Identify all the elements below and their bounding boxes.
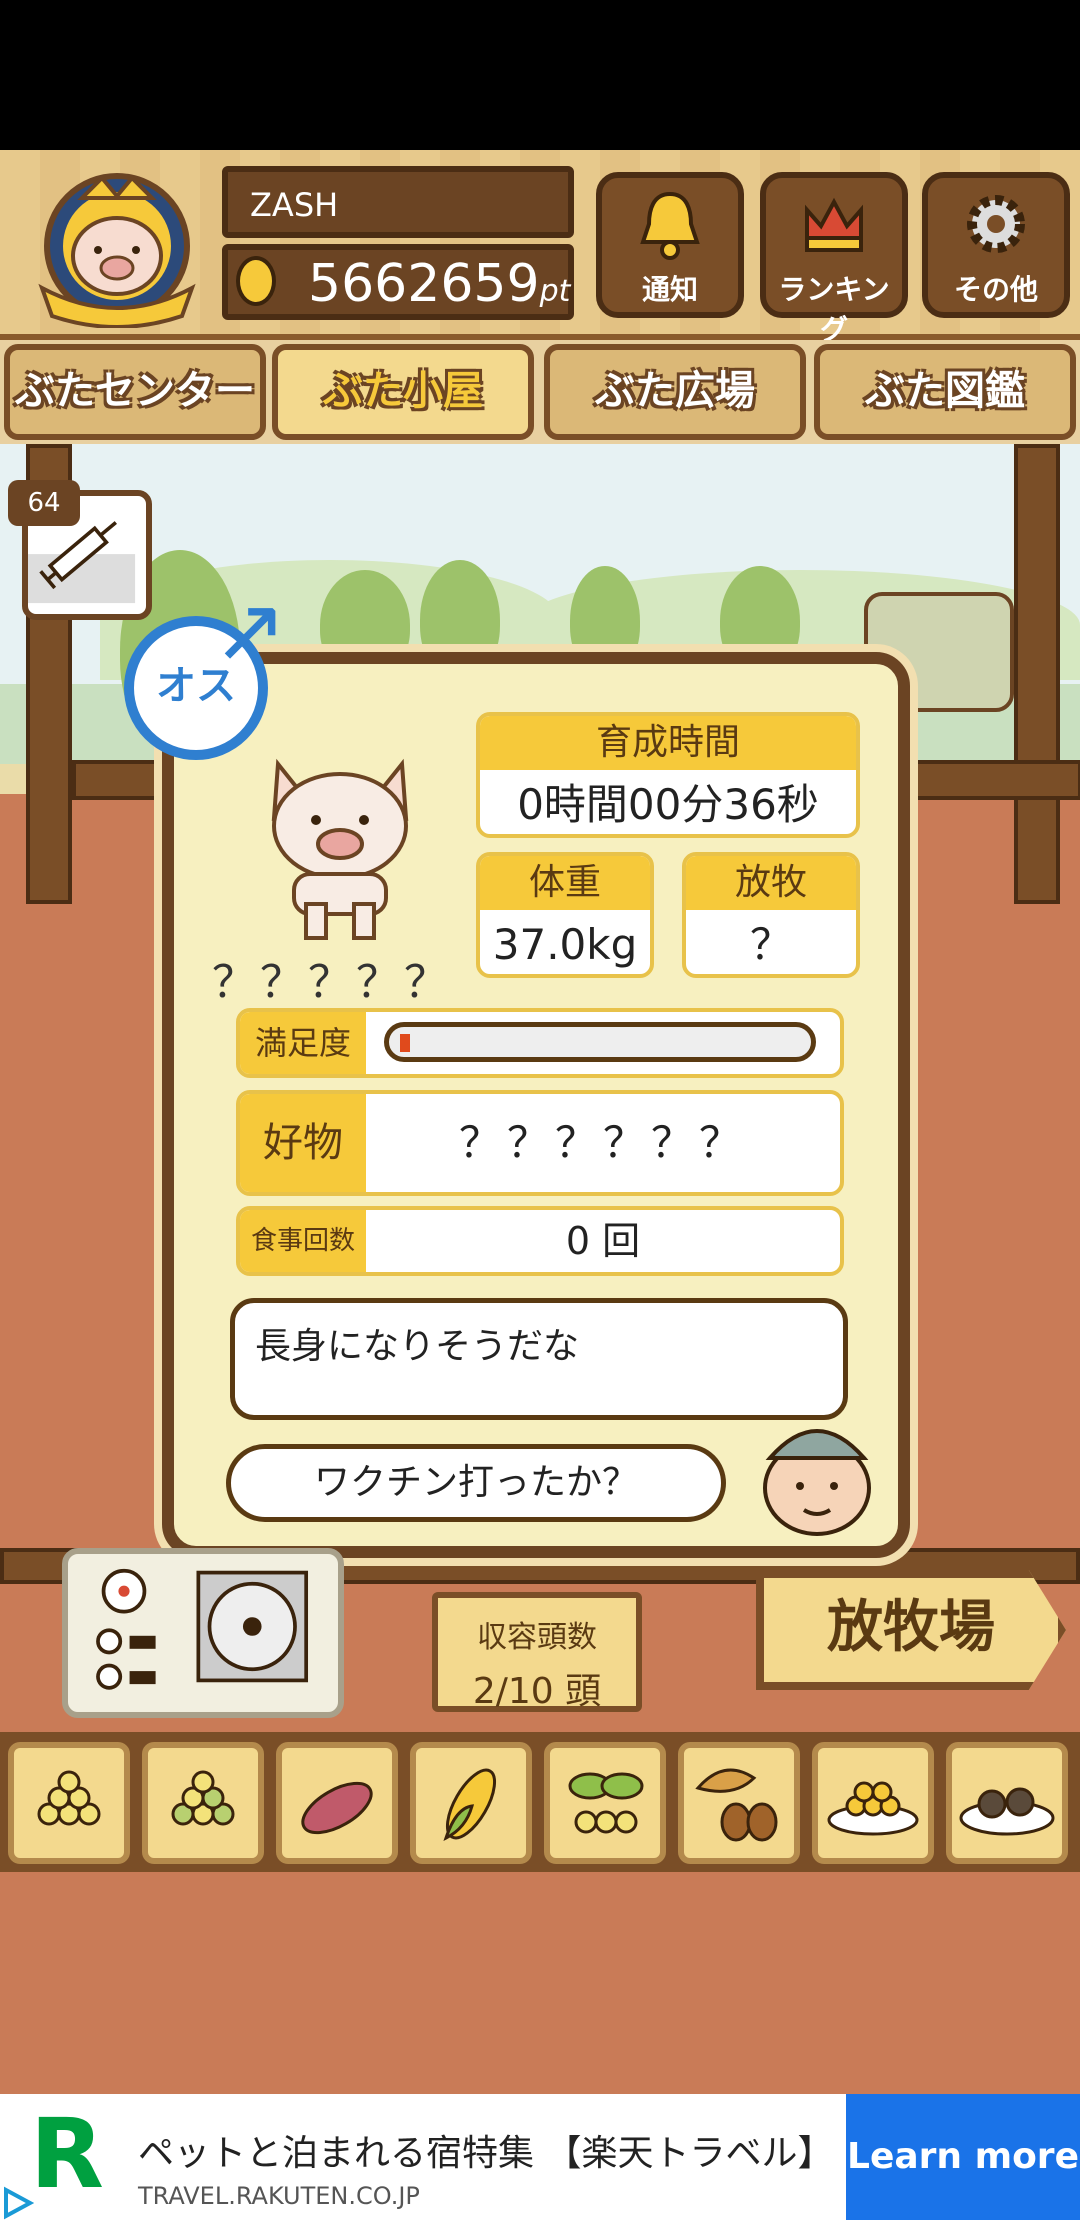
- feed-truffle-plate-button[interactable]: [946, 1742, 1068, 1864]
- capacity-value: 2/10 頭: [472, 1671, 602, 1712]
- bell-icon: [640, 191, 700, 260]
- growth-time-value: 0時間00分36秒: [517, 780, 819, 829]
- settings-label: その他: [953, 273, 1038, 306]
- tab-pig-center[interactable]: ぶたセンター: [4, 344, 266, 440]
- pig-icon: [271, 758, 409, 940]
- acorn-icon: [695, 1768, 778, 1842]
- farmer-speech-bubble[interactable]: ワクチン打ったか？: [226, 1444, 726, 1522]
- feed-corn-button[interactable]: [410, 1742, 532, 1864]
- gate-post: [1014, 444, 1060, 904]
- vaccine-count: 64: [8, 480, 80, 526]
- crown-icon: [805, 197, 863, 252]
- herb-beans-icon: [568, 1772, 644, 1834]
- gear-icon: [967, 195, 1025, 253]
- ad-choices-icon[interactable]: [0, 2186, 34, 2220]
- mixed-grain-icon: [171, 1770, 235, 1826]
- feed-herb-beans-button[interactable]: [544, 1742, 666, 1864]
- tab-pig-house[interactable]: ぶた小屋: [272, 344, 534, 440]
- status-bar: [0, 0, 1080, 150]
- notification-label: 通知: [641, 273, 698, 306]
- growth-time-box: 育成時間 0時間00分36秒: [476, 712, 860, 838]
- meal-count-row: 食事回数 0 回: [236, 1206, 844, 1276]
- ad-title[interactable]: ペットと泊まれる宿特集 【楽天トラベル】: [138, 2124, 838, 2174]
- ranking-button[interactable]: ランキング: [760, 172, 908, 346]
- master-badge[interactable]: [32, 168, 202, 329]
- ground: [0, 1872, 1080, 2094]
- favorite-food-row: 好物 ？？？？？？: [236, 1090, 844, 1196]
- points-unit: pt: [539, 274, 571, 309]
- weight-value: 37.0kg: [492, 920, 638, 969]
- rakuten-logo[interactable]: R: [30, 2106, 110, 2202]
- meal-count-label: 食事回数: [240, 1210, 366, 1272]
- grazing-label: 放牧: [686, 856, 856, 910]
- tab-pig-encyclopedia[interactable]: ぶた図鑑: [814, 344, 1076, 440]
- pasture-button[interactable]: 放牧場: [756, 1570, 1066, 1690]
- weight-box: 体重 37.0kg: [476, 852, 654, 978]
- ranking-label: ランキング: [778, 273, 890, 346]
- meal-count-value: 0 回: [565, 1219, 641, 1263]
- soybean-icon: [37, 1770, 101, 1826]
- pig-name: ？？？？？: [212, 957, 452, 1008]
- learn-more-button[interactable]: Learn more: [846, 2094, 1080, 2220]
- player-name: ZASH: [222, 166, 574, 238]
- farmer-icon[interactable]: [756, 1408, 878, 1536]
- fan-icon: [96, 1568, 309, 1690]
- pig-avatar-icon: [38, 173, 196, 329]
- coin-icon: [236, 256, 276, 306]
- notification-button[interactable]: 通知: [596, 172, 744, 318]
- bean-plate-icon: [827, 1781, 919, 1836]
- satisfaction-bar-fill: [400, 1034, 410, 1052]
- grazing-value: ？: [749, 920, 792, 969]
- ad-url[interactable]: TRAVEL.RAKUTEN.CO.JP: [138, 2182, 638, 2212]
- feed-sweet-potato-button[interactable]: [276, 1742, 398, 1864]
- corn-icon: [443, 1768, 497, 1841]
- capacity-label: 収容頭数: [477, 1620, 597, 1655]
- ventilation-panel[interactable]: [62, 1548, 344, 1718]
- satisfaction-label: 満足度: [240, 1012, 366, 1074]
- favorite-food-value: ？？？？？？: [458, 1118, 747, 1167]
- feed-bean-plate-button[interactable]: [812, 1742, 934, 1864]
- favorite-food-label: 好物: [240, 1094, 366, 1192]
- satisfaction-bar: [384, 1022, 816, 1062]
- feed-acorn-button[interactable]: [678, 1742, 800, 1864]
- feed-mixed-grain-button[interactable]: [142, 1742, 264, 1864]
- truffle-plate-icon: [959, 1787, 1055, 1836]
- capacity-sign: 収容頭数 2/10 頭: [432, 1592, 642, 1712]
- points-value: 5662659: [308, 254, 540, 314]
- male-symbol-icon: ↗: [212, 578, 288, 683]
- growth-time-label: 育成時間: [480, 716, 856, 770]
- comment-bubble: 長身になりそうだな: [230, 1298, 848, 1420]
- grazing-box: 放牧 ？: [682, 852, 860, 978]
- weight-label: 体重: [480, 856, 650, 910]
- tab-pig-plaza[interactable]: ぶた広場: [544, 344, 806, 440]
- sweet-potato-icon: [301, 1781, 373, 1835]
- settings-button[interactable]: その他: [922, 172, 1070, 318]
- feed-soybean-button[interactable]: [8, 1742, 130, 1864]
